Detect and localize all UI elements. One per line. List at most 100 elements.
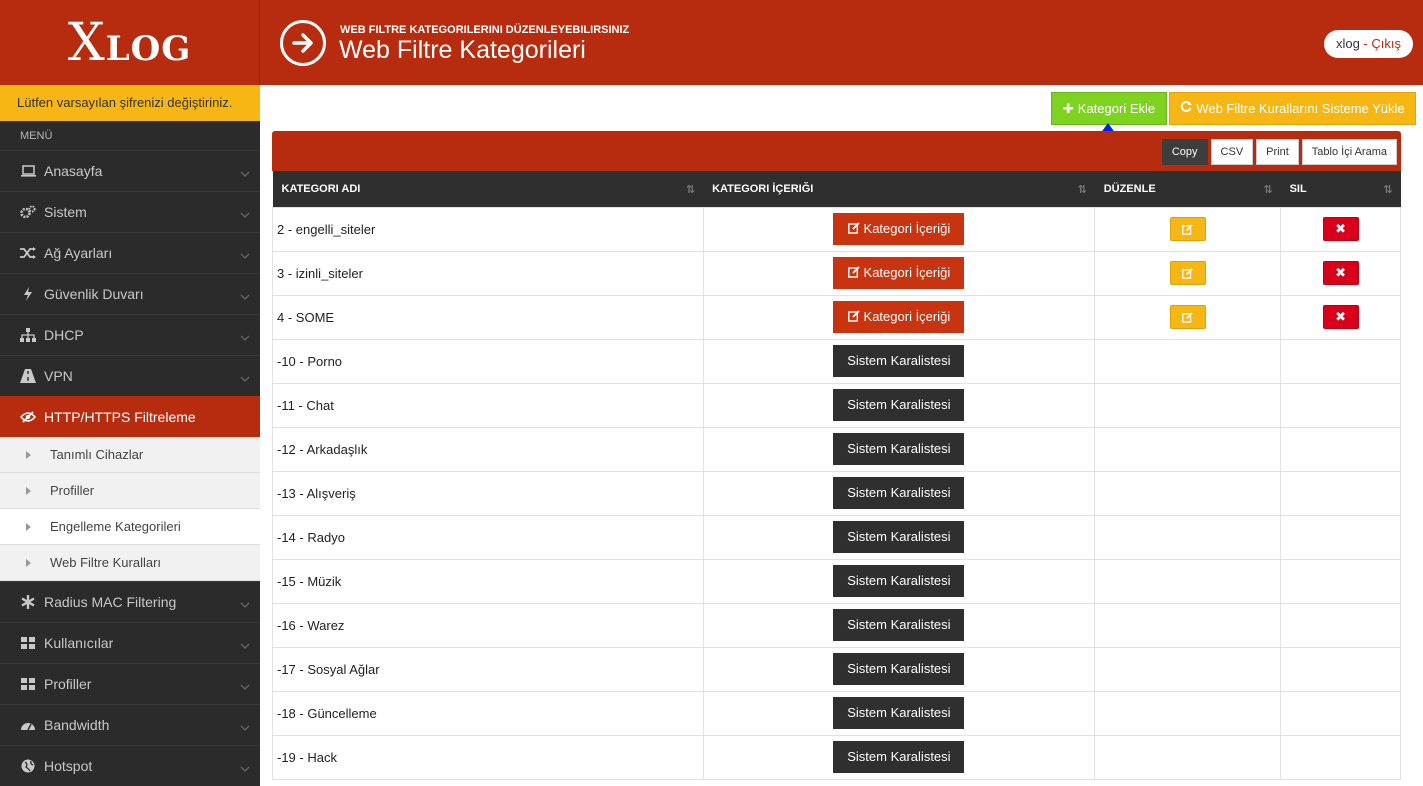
edit-cell bbox=[1094, 426, 1282, 472]
category-content-cell: Sistem Karalistesi bbox=[702, 338, 1096, 384]
table-panel-header: Copy CSV Print Tablo İçi Arama bbox=[272, 131, 1401, 171]
caret-right-icon bbox=[26, 523, 31, 531]
edit-button[interactable] bbox=[1169, 217, 1206, 241]
system-blacklist-button[interactable]: Sistem Karalistesi bbox=[833, 345, 965, 377]
table-row: 4 - SOME Kategori İçeriği ✖ bbox=[272, 294, 1401, 340]
sort-icon: ⇅ bbox=[1077, 184, 1087, 196]
column-header-content[interactable]: KATEGORI İÇERIĞI ⇅ bbox=[703, 171, 1095, 207]
plus-icon: ✚ bbox=[1062, 100, 1074, 116]
system-blacklist-button[interactable]: Sistem Karalistesi bbox=[833, 477, 965, 509]
sidebar-item-vpn[interactable]: VPN bbox=[0, 355, 260, 396]
system-blacklist-button[interactable]: Sistem Karalistesi bbox=[833, 565, 965, 597]
password-warning[interactable]: Lütfen varsayılan şifrenizi değiştiriniz… bbox=[0, 85, 260, 121]
sidebar-item-anasayfa[interactable]: Anasayfa bbox=[0, 150, 260, 191]
logout-label: Çıkış bbox=[1371, 36, 1401, 51]
edit-cell bbox=[1094, 690, 1282, 736]
export-toolbar: Copy CSV Print Tablo İçi Arama bbox=[1161, 139, 1397, 165]
system-blacklist-button[interactable]: Sistem Karalistesi bbox=[833, 609, 965, 641]
sidebar-subitem-engelleme-kategorileri[interactable]: Engelleme Kategorileri bbox=[0, 509, 260, 545]
category-name-cell: 3 - izinli_siteler bbox=[272, 250, 704, 296]
category-content-button[interactable]: Kategori İçeriği bbox=[833, 257, 965, 289]
delete-button[interactable]: ✖ bbox=[1322, 217, 1359, 241]
category-content-button[interactable]: Kategori İçeriği bbox=[833, 301, 965, 333]
delete-cell bbox=[1280, 426, 1401, 472]
table-row: -16 - Warez Sistem Karalistesi bbox=[272, 602, 1401, 648]
sidebar-item-label: Radius MAC Filtering bbox=[44, 594, 177, 610]
eye-slash-icon bbox=[20, 409, 36, 425]
column-header-delete[interactable]: SIL ⇅ bbox=[1280, 171, 1401, 207]
load-rules-button[interactable]: Web Filtre Kurallarını Sisteme Yükle bbox=[1169, 92, 1416, 125]
category-name-cell: -18 - Güncelleme bbox=[272, 690, 704, 736]
xlog-logo[interactable]: XLOG bbox=[68, 13, 192, 73]
category-content-cell: Sistem Karalistesi bbox=[702, 646, 1096, 692]
system-blacklist-button[interactable]: Sistem Karalistesi bbox=[833, 433, 965, 465]
table-row: -12 - Arkadaşlık Sistem Karalistesi bbox=[272, 426, 1401, 472]
sidebar-item-profiller[interactable]: Profiller bbox=[0, 663, 260, 704]
system-blacklist-button[interactable]: Sistem Karalistesi bbox=[833, 741, 965, 773]
column-header-edit[interactable]: DÜZENLE ⇅ bbox=[1094, 171, 1281, 207]
refresh-icon bbox=[1180, 101, 1193, 116]
edit-cell bbox=[1094, 646, 1282, 692]
category-name-cell: 2 - engelli_siteler bbox=[272, 206, 704, 252]
system-blacklist-button[interactable]: Sistem Karalistesi bbox=[833, 653, 965, 685]
edit-cell bbox=[1094, 514, 1282, 560]
sidebar-item-ag-ayarlari[interactable]: Ağ Ayarları bbox=[0, 232, 260, 273]
category-name: -11 - Chat bbox=[277, 397, 334, 413]
system-blacklist-button[interactable]: Sistem Karalistesi bbox=[833, 389, 965, 421]
edit-icon bbox=[847, 310, 860, 322]
sidebar-item-label: Kullanıcılar bbox=[44, 635, 114, 651]
sidebar-item-hotspot[interactable]: Hotspot bbox=[0, 745, 260, 786]
table-row: -18 - Güncelleme Sistem Karalistesi bbox=[272, 690, 1401, 736]
chevron-down-icon bbox=[240, 596, 250, 612]
print-button[interactable]: Print bbox=[1256, 139, 1299, 165]
sidebar-item-label: DHCP bbox=[44, 327, 84, 343]
caret-right-icon bbox=[26, 559, 31, 567]
category-name: -10 - Porno bbox=[277, 353, 343, 369]
caret-right-icon bbox=[26, 451, 31, 459]
edit-icon bbox=[1182, 312, 1193, 323]
add-category-button[interactable]: ✚ Kategori Ekle bbox=[1051, 92, 1167, 125]
chevron-down-icon bbox=[240, 165, 250, 181]
sidebar-item-guvenlik-duvari[interactable]: Güvenlik Duvarı bbox=[0, 273, 260, 314]
sidebar-item-http-filtreleme[interactable]: HTTP/HTTPS Filtreleme bbox=[0, 396, 260, 437]
cogs-icon bbox=[20, 204, 36, 220]
sidebar: Lütfen varsayılan şifrenizi değiştiriniz… bbox=[0, 85, 260, 786]
sidebar-item-kullanicilar[interactable]: Kullanıcılar bbox=[0, 622, 260, 663]
system-blacklist-button[interactable]: Sistem Karalistesi bbox=[833, 697, 965, 729]
category-name: 3 - izinli_siteler bbox=[277, 265, 363, 281]
sidebar-subitem-profiller[interactable]: Profiller bbox=[0, 473, 260, 509]
sidebar-item-bandwidth[interactable]: Bandwidth bbox=[0, 704, 260, 745]
categories-table: KATEGORI ADI ⇅ KATEGORI İÇERIĞI ⇅ DÜZENLE ⇅… bbox=[272, 171, 1401, 780]
sidebar-item-label: VPN bbox=[44, 368, 73, 384]
sidebar-item-sistem[interactable]: Sistem bbox=[0, 191, 260, 232]
edit-button[interactable] bbox=[1169, 305, 1206, 329]
sort-icon: ⇅ bbox=[1263, 184, 1273, 196]
sidebar-subitem-tanimli-cihazlar[interactable]: Tanımlı Cihazlar bbox=[0, 437, 260, 473]
category-name: -15 - Müzik bbox=[277, 573, 342, 589]
delete-button[interactable]: ✖ bbox=[1322, 305, 1359, 329]
table-search-button[interactable]: Tablo İçi Arama bbox=[1301, 139, 1397, 165]
logout-button[interactable]: xlog - Çıkış bbox=[1323, 30, 1413, 58]
system-blacklist-button[interactable]: Sistem Karalistesi bbox=[833, 521, 965, 553]
category-content-button[interactable]: Kategori İçeriği bbox=[833, 213, 965, 245]
category-name: 2 - engelli_siteler bbox=[277, 221, 376, 237]
sidebar-item-label: HTTP/HTTPS Filtreleme bbox=[44, 409, 196, 425]
csv-button[interactable]: CSV bbox=[1210, 139, 1254, 165]
sidebar-item-label: Hotspot bbox=[44, 758, 93, 774]
edit-button[interactable] bbox=[1169, 261, 1206, 285]
sitemap-icon bbox=[20, 327, 36, 343]
sidebar-subitem-web-filtre-kurallari[interactable]: Web Filtre Kuralları bbox=[0, 545, 260, 581]
category-name-cell: -14 - Radyo bbox=[272, 514, 704, 560]
times-icon: ✖ bbox=[1335, 265, 1346, 280]
category-name-cell: -19 - Hack bbox=[272, 734, 704, 780]
column-header-name[interactable]: KATEGORI ADI ⇅ bbox=[272, 171, 704, 207]
delete-cell: ✖ bbox=[1280, 206, 1401, 252]
delete-cell bbox=[1280, 646, 1401, 692]
sidebar-item-radius-mac[interactable]: Radius MAC Filtering bbox=[0, 581, 260, 622]
sidebar-item-label: Bandwidth bbox=[44, 717, 110, 733]
copy-button[interactable]: Copy bbox=[1161, 139, 1208, 165]
sidebar-item-dhcp[interactable]: DHCP bbox=[0, 314, 260, 355]
main-content: ✚ Kategori Ekle Web Filtre Kurallarını Si… bbox=[260, 85, 1423, 786]
delete-button[interactable]: ✖ bbox=[1322, 261, 1359, 285]
sidebar-item-label: Sistem bbox=[44, 204, 87, 220]
